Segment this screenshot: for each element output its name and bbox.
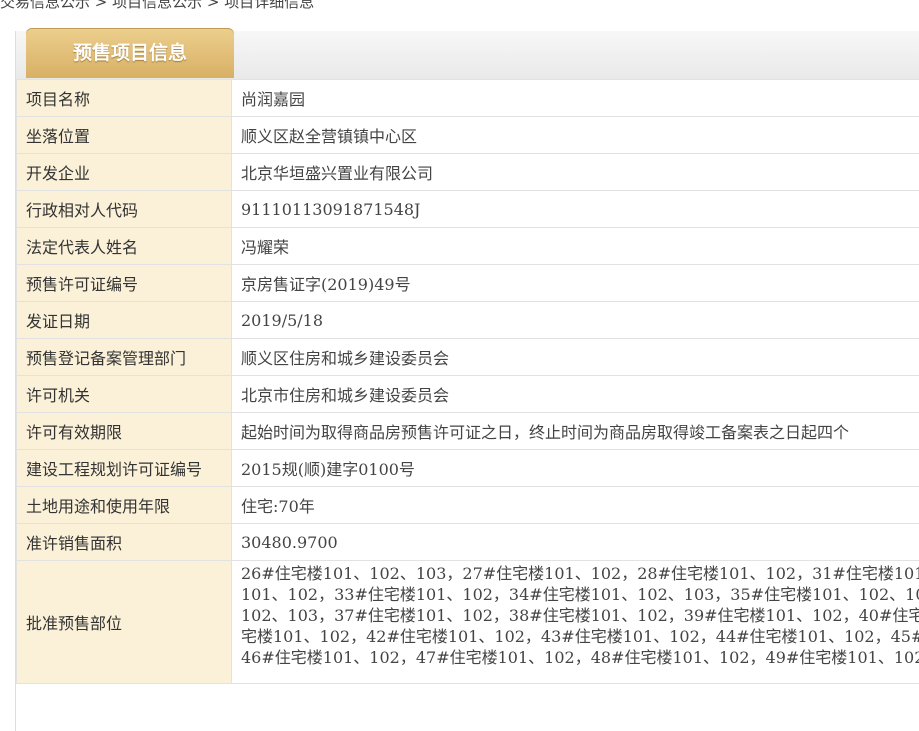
field-value: 北京华垣盛兴置业有限公司 bbox=[232, 154, 919, 191]
sale-parts-line: 101、102，33#住宅楼101、102，34#住宅楼101、102、103，… bbox=[241, 584, 919, 605]
breadcrumb: 交易信息公示 > 项目信息公示 > 项目详细信息 bbox=[0, 0, 314, 9]
field-label: 预售登记备案管理部门 bbox=[17, 339, 232, 376]
sale-parts-line: 26#住宅楼101、102、103，27#住宅楼101、102，28#住宅楼10… bbox=[241, 563, 919, 584]
field-label: 许可机关 bbox=[17, 376, 232, 413]
field-label: 发证日期 bbox=[17, 302, 232, 339]
field-value: 冯耀荣 bbox=[232, 228, 919, 265]
sale-parts-line: 46#住宅楼101、102，47#住宅楼101、102，48#住宅楼101、10… bbox=[241, 647, 919, 668]
field-value: 住宅:70年 bbox=[232, 487, 919, 524]
field-label: 预售许可证编号 bbox=[17, 265, 232, 302]
field-label: 准许销售面积 bbox=[17, 524, 232, 561]
table-row: 建设工程规划许可证编号2015规(顺)建字0100号 bbox=[17, 450, 919, 487]
table-row: 项目名称尚润嘉园 bbox=[17, 80, 919, 117]
table-row: 预售登记备案管理部门顺义区住房和城乡建设委员会 bbox=[17, 339, 919, 376]
field-value: 91110113091871548J bbox=[232, 191, 919, 228]
table-row: 许可机关北京市住房和城乡建设委员会 bbox=[17, 376, 919, 413]
field-label: 行政相对人代码 bbox=[17, 191, 232, 228]
sale-parts-line: 102、103，37#住宅楼101、102，38#住宅楼101、102，39#住… bbox=[241, 605, 919, 626]
tab-bar: 预售项目信息 bbox=[16, 31, 919, 80]
project-info-panel: 预售项目信息 项目名称尚润嘉园坐落位置顺义区赵全营镇镇中心区开发企业北京华垣盛兴… bbox=[15, 31, 919, 731]
field-value: 京房售证字(2019)49号 bbox=[232, 265, 919, 302]
table-row: 许可有效期限起始时间为取得商品房预售许可证之日，终止时间为商品房取得竣工备案表之… bbox=[17, 413, 919, 450]
sale-parts-line: 宅楼101、102，42#住宅楼101、102，43#住宅楼101、102，44… bbox=[241, 626, 919, 647]
field-value: 尚润嘉园 bbox=[232, 80, 919, 117]
field-value: 北京市住房和城乡建设委员会 bbox=[232, 376, 919, 413]
tab-label: 预售项目信息 bbox=[26, 38, 234, 65]
field-label: 土地用途和使用年限 bbox=[17, 487, 232, 524]
table-row: 行政相对人代码91110113091871548J bbox=[17, 191, 919, 228]
table-row: 土地用途和使用年限住宅:70年 bbox=[17, 487, 919, 524]
field-label: 许可有效期限 bbox=[17, 413, 232, 450]
table-row: 坐落位置顺义区赵全营镇镇中心区 bbox=[17, 117, 919, 154]
field-label: 法定代表人姓名 bbox=[17, 228, 232, 265]
field-value: 顺义区赵全营镇镇中心区 bbox=[232, 117, 919, 154]
field-label: 批准预售部位 bbox=[17, 561, 232, 684]
field-label: 项目名称 bbox=[17, 80, 232, 117]
project-info-table: 项目名称尚润嘉园坐落位置顺义区赵全营镇镇中心区开发企业北京华垣盛兴置业有限公司行… bbox=[16, 79, 919, 684]
sale-parts-value: 26#住宅楼101、102、103，27#住宅楼101、102，28#住宅楼10… bbox=[232, 561, 919, 684]
field-label: 开发企业 bbox=[17, 154, 232, 191]
table-row: 法定代表人姓名冯耀荣 bbox=[17, 228, 919, 265]
field-value: 2015规(顺)建字0100号 bbox=[232, 450, 919, 487]
table-row: 开发企业北京华垣盛兴置业有限公司 bbox=[17, 154, 919, 191]
table-row-sale-parts: 批准预售部位 26#住宅楼101、102、103，27#住宅楼101、102，28… bbox=[17, 561, 919, 684]
table-row: 准许销售面积30480.9700 bbox=[17, 524, 919, 561]
field-value: 30480.9700 bbox=[232, 524, 919, 561]
table-row: 发证日期2019/5/18 bbox=[17, 302, 919, 339]
field-value: 顺义区住房和城乡建设委员会 bbox=[232, 339, 919, 376]
field-value: 起始时间为取得商品房预售许可证之日，终止时间为商品房取得竣工备案表之日起四个 bbox=[232, 413, 919, 450]
field-label: 坐落位置 bbox=[17, 117, 232, 154]
field-label: 建设工程规划许可证编号 bbox=[17, 450, 232, 487]
table-row: 预售许可证编号京房售证字(2019)49号 bbox=[17, 265, 919, 302]
tab-presale-project-info[interactable]: 预售项目信息 bbox=[26, 28, 234, 78]
field-value: 2019/5/18 bbox=[232, 302, 919, 339]
